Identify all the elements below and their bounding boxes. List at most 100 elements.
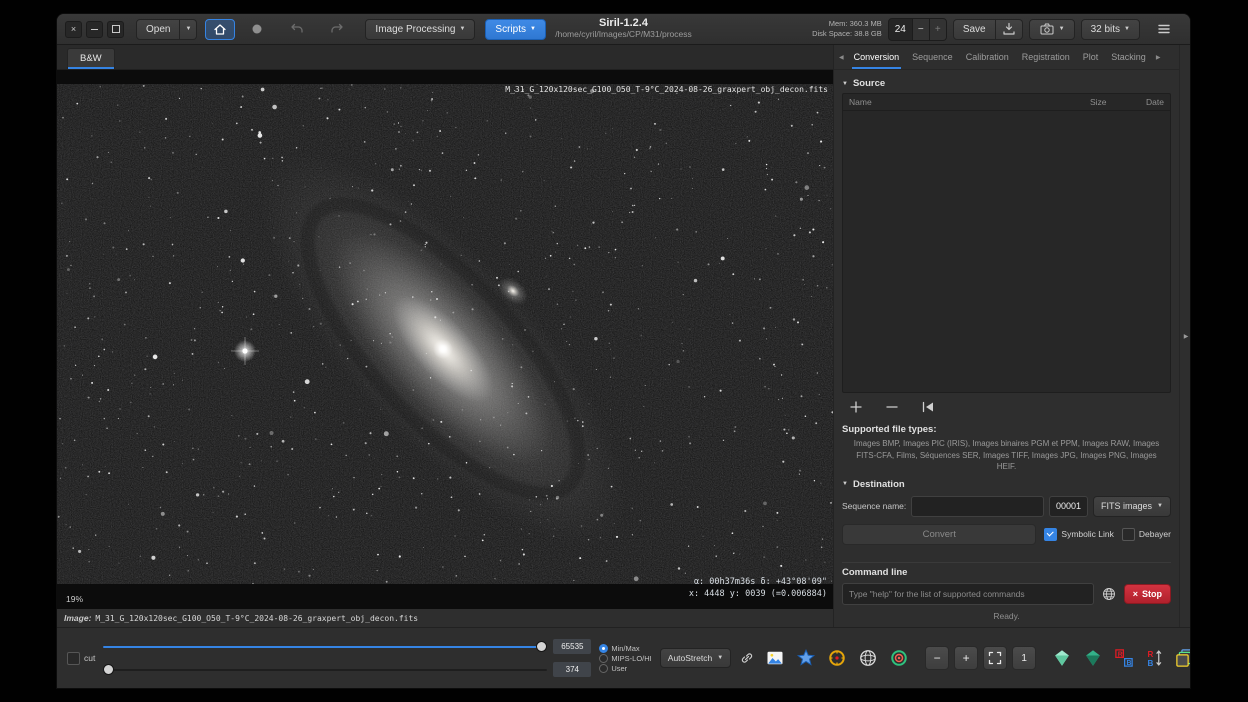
- debayer-checkbox[interactable]: Debayer: [1122, 528, 1171, 541]
- symbolic-link-checkbox[interactable]: Symbolic Link: [1044, 528, 1113, 541]
- save-as-button[interactable]: [996, 19, 1023, 40]
- rgb-align-button[interactable]: RB: [1143, 646, 1167, 670]
- radio-icon: [599, 664, 608, 673]
- scripts-button[interactable]: Scripts ▼: [485, 19, 546, 40]
- low-slider[interactable]: [103, 664, 547, 675]
- tab-conversion[interactable]: Conversion: [848, 45, 906, 69]
- layers-button[interactable]: [1175, 646, 1190, 670]
- chevron-down-icon: ▼: [1059, 26, 1065, 32]
- convert-button[interactable]: Convert: [842, 524, 1036, 545]
- tab-calibration[interactable]: Calibration: [960, 45, 1015, 69]
- tab-bw-channel[interactable]: B&W: [67, 48, 115, 69]
- annotations-button[interactable]: [794, 646, 818, 670]
- threads-increase-button[interactable]: +: [929, 19, 946, 40]
- gem-dark-button[interactable]: [1081, 646, 1105, 670]
- maximize-icon: [112, 25, 120, 33]
- zoom-in-button[interactable]: +: [954, 646, 978, 670]
- gem-light-button[interactable]: [1050, 646, 1074, 670]
- star-icon: [796, 648, 816, 668]
- low-slider-handle[interactable]: [103, 664, 114, 675]
- tabs-scroll-right-button[interactable]: ▶: [1153, 45, 1164, 69]
- image-label: Image:: [64, 613, 91, 623]
- minimize-button[interactable]: [86, 21, 103, 38]
- bottom-toolbar: cut 65535 374: [57, 627, 1190, 688]
- image-filename: M_31_G_120x120sec_G100_O50_T-9°C_2024-08…: [95, 614, 418, 623]
- stop-button[interactable]: × Stop: [1124, 584, 1171, 604]
- scripts-label: Scripts: [495, 24, 526, 35]
- minmax-radio[interactable]: Min/Max: [599, 644, 651, 653]
- source-expander[interactable]: ▼ Source: [842, 78, 1171, 89]
- high-value[interactable]: 65535: [553, 639, 591, 654]
- link-channels-button[interactable]: [739, 646, 755, 670]
- threads-decrease-button[interactable]: −: [912, 19, 929, 40]
- celestial-grid-button[interactable]: [856, 646, 880, 670]
- output-format-dropdown[interactable]: FITS images ▼: [1093, 496, 1171, 517]
- source-file-list[interactable]: [843, 111, 1170, 392]
- chevron-down-icon: ▼: [459, 26, 465, 32]
- display-mode-button[interactable]: [763, 646, 787, 670]
- snapshot-button[interactable]: ▼: [1029, 19, 1075, 40]
- cut-label: cut: [84, 653, 95, 663]
- save-button[interactable]: Save: [953, 19, 996, 40]
- add-files-button[interactable]: [848, 399, 864, 415]
- photometry-button[interactable]: [825, 646, 849, 670]
- low-value[interactable]: 374: [553, 662, 591, 677]
- panel-collapse-handle[interactable]: ▶: [1179, 45, 1190, 627]
- undo-icon: [289, 21, 305, 37]
- tab-plot[interactable]: Plot: [1077, 45, 1105, 69]
- chevron-down-icon: ▼: [530, 26, 536, 32]
- zoom-controls: − + 1: [925, 646, 1036, 670]
- tab-stacking[interactable]: Stacking: [1105, 45, 1152, 69]
- quick-photometry-button[interactable]: [887, 646, 911, 670]
- tab-registration[interactable]: Registration: [1016, 45, 1076, 69]
- image-canvas[interactable]: M_31_G_120x120sec_G100_O50_T-9°C_2024-08…: [57, 70, 833, 609]
- remove-files-button[interactable]: [884, 399, 900, 415]
- galaxy-image: [57, 84, 833, 584]
- chevron-right-icon: ▶: [1184, 333, 1189, 340]
- menu-button[interactable]: [1146, 19, 1182, 40]
- undo-button[interactable]: [279, 19, 315, 40]
- source-file-table[interactable]: Name Size Date: [842, 93, 1171, 393]
- column-size: Size: [1090, 97, 1124, 107]
- user-radio[interactable]: User: [599, 664, 651, 673]
- bit-depth-button[interactable]: 32 bits ▼: [1081, 19, 1140, 40]
- column-date: Date: [1128, 97, 1164, 107]
- command-input[interactable]: [842, 583, 1094, 605]
- stop-x-icon: ×: [1133, 589, 1138, 599]
- grab-frame-button[interactable]: [239, 19, 275, 40]
- stretch-mode-dropdown[interactable]: AutoStretch ▼: [660, 648, 731, 668]
- xy-readout: x: 4448 y: 0039 (=0.006884): [689, 589, 827, 601]
- status-text: Ready.: [842, 605, 1171, 623]
- high-slider[interactable]: [103, 641, 547, 652]
- save-split-button: Save: [953, 19, 1023, 40]
- chevron-down-icon: ▼: [185, 26, 191, 32]
- sequence-name-input[interactable]: [911, 496, 1044, 517]
- zoom-100-button[interactable]: 1: [1012, 646, 1036, 670]
- zoom-out-button[interactable]: −: [925, 646, 949, 670]
- source-header: Source: [853, 78, 885, 89]
- titlebar-right-group: Mem: 360.3 MB Disk Space: 38.8 GB 24 − +…: [812, 18, 1182, 41]
- checkbox-icon: [67, 652, 80, 665]
- open-button[interactable]: Open: [136, 19, 180, 40]
- open-recent-dropdown[interactable]: ▼: [180, 19, 197, 40]
- rgb-split-button[interactable]: RB: [1112, 646, 1136, 670]
- high-slider-handle[interactable]: [536, 641, 547, 652]
- redo-button[interactable]: [319, 19, 355, 40]
- home-button[interactable]: [205, 19, 235, 40]
- image-processing-button[interactable]: Image Processing ▼: [365, 19, 475, 40]
- close-button[interactable]: ×: [65, 21, 82, 38]
- command-help-button[interactable]: [1099, 584, 1119, 604]
- plus-icon: +: [963, 651, 970, 665]
- zoom-fit-button[interactable]: [983, 646, 1007, 670]
- clear-files-button[interactable]: [920, 399, 936, 415]
- destination-expander[interactable]: ▼ Destination: [842, 479, 1171, 490]
- high-level-row: 65535: [103, 639, 591, 654]
- mips-lohi-radio[interactable]: MIPS-LO/HI: [599, 654, 651, 663]
- tabs-scroll-left-button[interactable]: ◀: [836, 45, 847, 69]
- cut-checkbox[interactable]: cut: [67, 652, 95, 665]
- maximize-button[interactable]: [107, 21, 124, 38]
- sequence-counter[interactable]: 00001: [1049, 496, 1088, 517]
- svg-text:B: B: [1127, 660, 1132, 667]
- tab-sequence[interactable]: Sequence: [906, 45, 959, 69]
- radec-readout: α: 00h37m36s δ: +43°08'09": [689, 577, 827, 589]
